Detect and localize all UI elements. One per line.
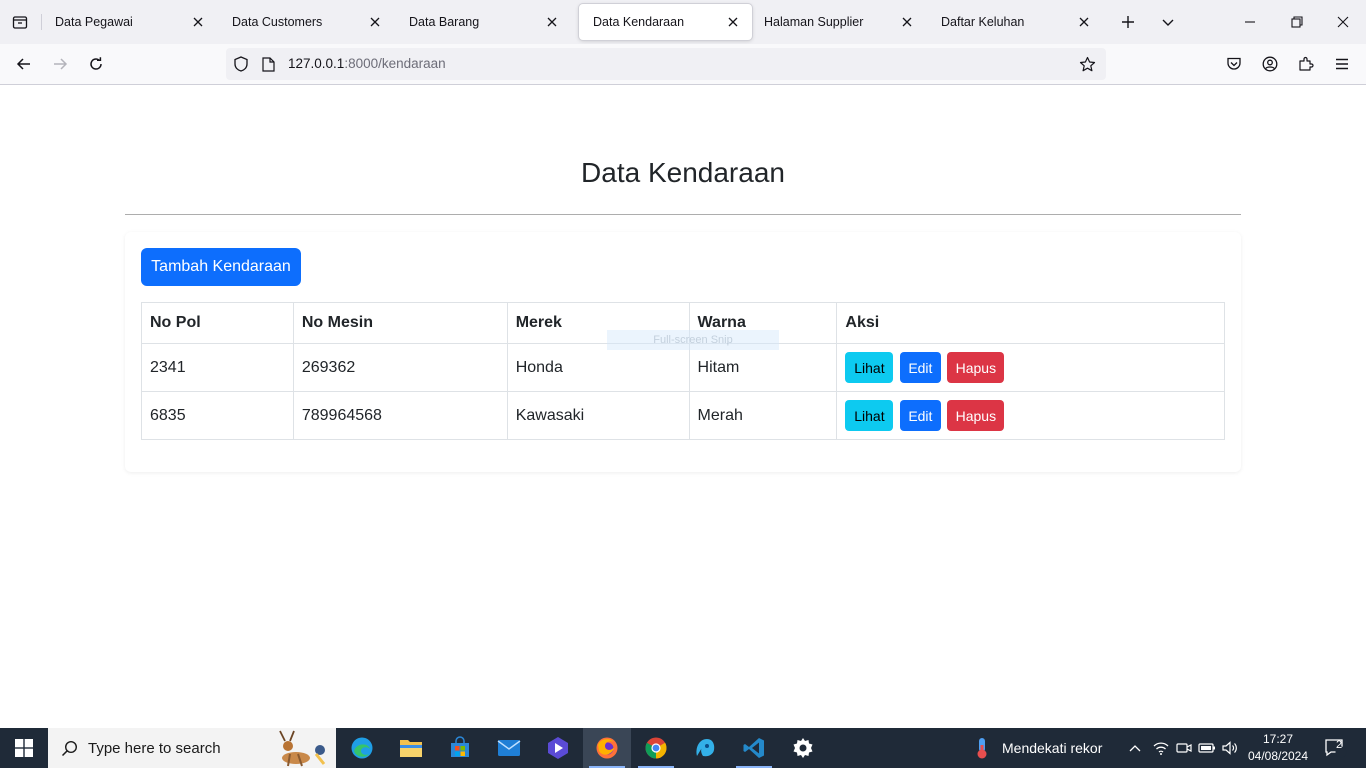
page-title: Data Kendaraan	[581, 157, 785, 188]
media-app-icon[interactable]	[534, 728, 582, 768]
settings-gear-icon[interactable]	[779, 728, 827, 768]
windows-start-icon[interactable]	[0, 728, 48, 768]
bookmark-star-icon[interactable]	[1078, 55, 1096, 73]
microsoft-store-icon[interactable]	[436, 728, 484, 768]
clock-date: 04/08/2024	[1247, 749, 1309, 763]
vehicle-table: No Pol No Mesin Merek Warna Aksi 2341 26…	[141, 302, 1225, 440]
search-icon	[60, 739, 78, 757]
tab-data-customers[interactable]: Data Customers	[218, 4, 394, 40]
wifi-icon[interactable]	[1150, 728, 1172, 768]
edit-button[interactable]: Edit	[899, 352, 941, 383]
mail-icon[interactable]	[485, 728, 533, 768]
tab-title: Data Barang	[409, 15, 480, 29]
back-icon[interactable]	[10, 50, 38, 78]
cell-warna: Merah	[688, 391, 838, 440]
url-path: :8000/kendaraan	[344, 56, 446, 71]
file-explorer-icon[interactable]	[387, 728, 435, 768]
minimize-icon[interactable]	[1232, 6, 1268, 38]
tab-title: Daftar Keluhan	[941, 15, 1025, 29]
cell-no-mesin: 269362	[292, 343, 508, 392]
thermometer-icon[interactable]	[970, 728, 994, 768]
cell-merek: Honda	[506, 343, 690, 392]
search-placeholder: Type here to search	[88, 740, 221, 757]
tab-daftar-keluhan[interactable]: Daftar Keluhan	[927, 4, 1103, 40]
search-highlight-icon	[266, 728, 336, 768]
cell-no-pol: 6835	[141, 391, 294, 440]
table-row: 6835 789964568 Kawasaki Merah Lihat Edit…	[141, 391, 1225, 440]
tab-title: Halaman Supplier	[764, 15, 864, 29]
notification-icon[interactable]: 2	[1322, 728, 1350, 768]
cell-merek: Kawasaki	[506, 391, 690, 440]
view-button[interactable]: Lihat	[845, 352, 894, 383]
tab-halaman-supplier[interactable]: Halaman Supplier	[750, 4, 926, 40]
delete-button[interactable]: Hapus	[947, 400, 1005, 431]
clock[interactable]: 17:27 04/08/2024	[1240, 731, 1316, 765]
close-icon[interactable]	[1075, 13, 1093, 31]
extensions-icon[interactable]	[1294, 52, 1318, 76]
column-header: Aksi	[836, 302, 1225, 344]
add-vehicle-button[interactable]: Tambah Kendaraan	[141, 248, 301, 286]
divider	[125, 214, 1241, 215]
cell-actions: Lihat Edit Hapus	[836, 391, 1225, 440]
close-icon[interactable]	[543, 13, 561, 31]
table-row: 2341 269362 Honda Hitam Lihat Edit Hapus	[141, 343, 1225, 392]
chrome-icon[interactable]	[632, 728, 680, 768]
tab-data-pegawai[interactable]: Data Pegawai	[41, 4, 217, 40]
chevron-up-icon[interactable]	[1124, 728, 1146, 768]
tab-bar: Data Pegawai Data Customers Data Barang …	[0, 0, 1366, 44]
nav-bar: 127.0.0.1:8000/kendaraan	[0, 44, 1366, 85]
meet-now-icon[interactable]	[1173, 728, 1195, 768]
tab-title: Data Pegawai	[55, 15, 133, 29]
firefox-icon[interactable]	[583, 728, 631, 768]
tab-data-barang[interactable]: Data Barang	[395, 4, 571, 40]
close-window-icon[interactable]	[1325, 6, 1361, 38]
weather-text[interactable]: Mendekati rekor	[1002, 740, 1102, 756]
cell-actions: Lihat Edit Hapus	[836, 343, 1225, 392]
close-icon[interactable]	[898, 13, 916, 31]
firefox-view-icon[interactable]	[8, 10, 32, 34]
battery-icon[interactable]	[1196, 728, 1218, 768]
column-header: No Pol	[141, 302, 294, 344]
account-icon[interactable]	[1258, 52, 1282, 76]
new-tab-icon[interactable]	[1116, 10, 1140, 34]
shield-icon[interactable]	[232, 55, 250, 73]
close-icon[interactable]	[366, 13, 384, 31]
pocket-icon[interactable]	[1222, 52, 1246, 76]
view-button[interactable]: Lihat	[845, 400, 894, 431]
restore-icon[interactable]	[1279, 6, 1315, 38]
delete-button[interactable]: Hapus	[947, 352, 1005, 383]
url-text[interactable]: 127.0.0.1:8000/kendaraan	[288, 56, 446, 71]
tab-data-kendaraan[interactable]: Data Kendaraan	[579, 4, 752, 40]
edge-icon[interactable]	[338, 728, 386, 768]
reload-icon[interactable]	[82, 50, 110, 78]
forward-icon[interactable]	[46, 50, 74, 78]
cell-no-mesin: 789964568	[292, 391, 508, 440]
close-icon[interactable]	[724, 13, 742, 31]
edit-button[interactable]: Edit	[899, 400, 941, 431]
menu-icon[interactable]	[1330, 52, 1354, 76]
tab-title: Data Kendaraan	[593, 15, 685, 29]
cell-no-pol: 2341	[141, 343, 294, 392]
close-icon[interactable]	[189, 13, 207, 31]
column-header: No Mesin	[292, 302, 508, 344]
snip-overlay: Full-screen Snip	[607, 330, 779, 350]
url-bar[interactable]: 127.0.0.1:8000/kendaraan	[226, 48, 1106, 80]
app-icon[interactable]	[681, 728, 729, 768]
tab-title: Data Customers	[232, 15, 323, 29]
page-info-icon[interactable]	[259, 55, 277, 73]
url-host: 127.0.0.1	[288, 56, 345, 71]
notification-count: 2	[1336, 739, 1343, 751]
taskbar: Type here to search Mendekati rekor 17:2…	[0, 728, 1366, 768]
volume-icon[interactable]	[1219, 728, 1241, 768]
cell-warna: Hitam	[688, 343, 838, 392]
chevron-down-icon[interactable]	[1156, 10, 1180, 34]
clock-time: 17:27	[1262, 732, 1294, 746]
vscode-icon[interactable]	[730, 728, 778, 768]
taskbar-search[interactable]: Type here to search	[48, 728, 336, 768]
